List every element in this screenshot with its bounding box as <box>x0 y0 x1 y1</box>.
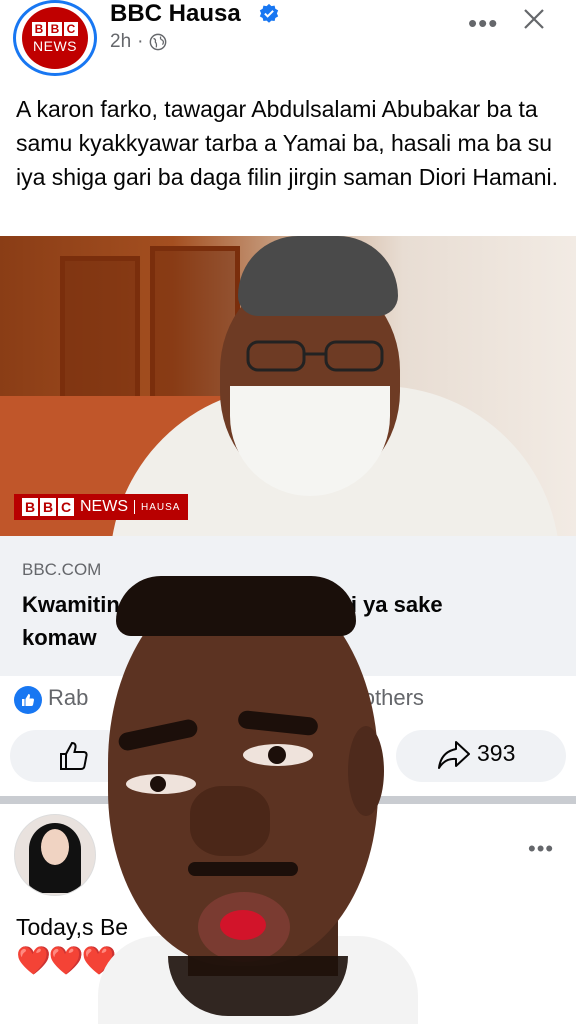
cabinet-shape <box>60 256 140 406</box>
like-icon <box>60 741 88 770</box>
tag-letter: B <box>40 498 56 516</box>
reaction-names[interactable]: Rab <box>48 685 88 711</box>
logo-letter: B <box>32 22 46 36</box>
overlay-mouth <box>220 910 266 940</box>
logo-letter: B <box>48 22 62 36</box>
overlay-nose <box>190 786 270 856</box>
avatar-face <box>41 829 69 865</box>
share-count: 393 <box>477 740 516 766</box>
post-timestamp[interactable]: 2h · <box>110 31 167 53</box>
overlay-ear <box>348 726 384 816</box>
page-avatar[interactable]: B B C NEWS <box>13 0 97 76</box>
like-reaction-icon[interactable] <box>14 686 42 714</box>
glasses-shape <box>246 340 384 372</box>
video-overlay-person <box>98 576 418 1024</box>
overlay-pupil <box>150 776 166 792</box>
share-icon <box>438 741 470 769</box>
post-caption: A karon farko, tawagar Abdulsalami Abuba… <box>16 96 559 190</box>
comment-more-icon[interactable]: ••• <box>528 836 554 862</box>
overlay-mustache <box>188 862 298 876</box>
thumbs-up-icon <box>22 694 35 706</box>
link-title-line2: komaw <box>22 625 97 650</box>
more-options-icon[interactable]: ••• <box>468 8 498 39</box>
commenter-avatar[interactable] <box>14 814 96 896</box>
post-time: 2h <box>110 31 132 52</box>
tag-hausa: HAUSA <box>141 501 181 513</box>
tag-letter: B <box>22 498 38 516</box>
tag-news: NEWS <box>80 498 128 515</box>
time-separator: · <box>137 31 144 52</box>
overlay-hair <box>116 576 356 636</box>
globe-icon <box>150 33 167 51</box>
verified-badge-icon <box>259 3 279 23</box>
link-domain: BBC.COM <box>22 560 102 579</box>
page-name[interactable]: BBC Hausa <box>110 0 241 28</box>
tag-separator <box>134 500 135 514</box>
tag-letter: C <box>58 498 74 516</box>
overlay-pupil <box>268 746 286 764</box>
post-photo[interactable]: B B C NEWS HAUSA <box>0 236 576 536</box>
close-icon[interactable] <box>520 5 548 33</box>
logo-letter: C <box>64 22 78 36</box>
bbc-news-hausa-watermark: B B C NEWS HAUSA <box>14 494 189 520</box>
bbc-news-logo: B B C NEWS <box>22 7 88 69</box>
person-cap <box>238 236 398 316</box>
logo-news-text: NEWS <box>33 38 77 54</box>
